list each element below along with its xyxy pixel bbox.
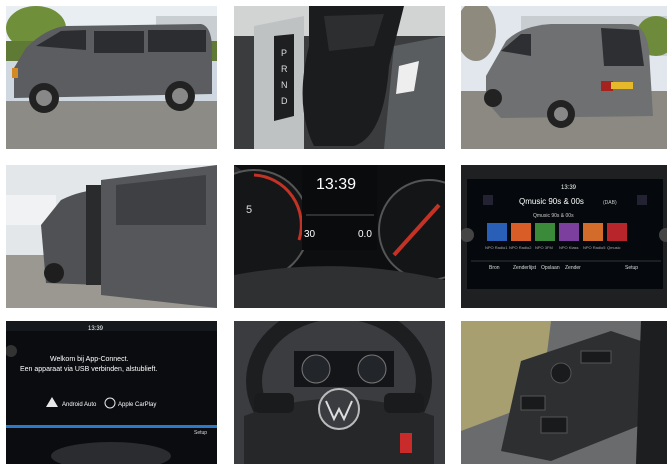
cluster-right-value: 0.0 <box>358 229 372 240</box>
preset-label-1: NPO Radio1 <box>485 245 508 250</box>
gear-letter-n: N <box>281 80 288 90</box>
preset-label-5: NPO Radio5 <box>583 245 606 250</box>
photo-radio-screen[interactable]: 13:39 Qmusic 90s & 00s (DAB) Qmusic 90s … <box>461 165 667 308</box>
dial-number: 5 <box>246 204 252 216</box>
photo-gear-shifter[interactable]: P R N D <box>234 6 445 149</box>
carplay-label: Apple CarPlay <box>118 402 156 408</box>
photo-van-rear[interactable] <box>461 6 667 149</box>
station-name: Qmusic 90s & 00s <box>519 197 584 206</box>
preset-label-2: NPO Radio2 <box>509 245 532 250</box>
photo-app-connect-screen[interactable]: 13:39 Welkom bij App-Connect. Een appara… <box>6 321 217 464</box>
photo-van-sliding-door[interactable] <box>6 165 217 308</box>
menu-opslaan: Opslaan <box>541 265 560 271</box>
cluster-clock: 13:39 <box>316 176 356 193</box>
photo-door-controls[interactable] <box>461 321 667 464</box>
photo-instrument-cluster[interactable]: 5 13:39 30 0.0 <box>234 165 445 308</box>
gear-letter-r: R <box>281 64 288 74</box>
appconnect-clock: 13:39 <box>88 326 104 332</box>
menu-zender: Zender <box>565 265 581 271</box>
preset-label-3: NPO 3FM <box>535 245 553 250</box>
android-auto-label: Android Auto <box>62 402 97 408</box>
gear-letter-p: P <box>281 48 287 58</box>
station-subtitle: Qmusic 90s & 00s <box>533 213 574 219</box>
preset-label-4: NPO Klass <box>559 245 579 250</box>
appconnect-welcome: Welkom bij App-Connect. <box>50 356 129 363</box>
photo-van-side[interactable] <box>6 6 217 149</box>
menu-setup: Setup <box>625 265 638 271</box>
preset-label-6: Qmusic <box>607 245 621 250</box>
gear-letter-d: D <box>281 96 288 106</box>
appconnect-instruction: Een apparaat via USB verbinden, alstubli… <box>20 366 157 373</box>
photo-steering-wheel[interactable] <box>234 321 445 464</box>
radio-clock: 13:39 <box>561 185 577 191</box>
cluster-left-value: 30 <box>304 229 316 240</box>
menu-bron: Bron <box>489 265 500 271</box>
station-band: (DAB) <box>603 200 617 206</box>
menu-zenderlijst: Zenderlijst <box>513 265 537 271</box>
appconnect-setup: Setup <box>194 430 207 436</box>
